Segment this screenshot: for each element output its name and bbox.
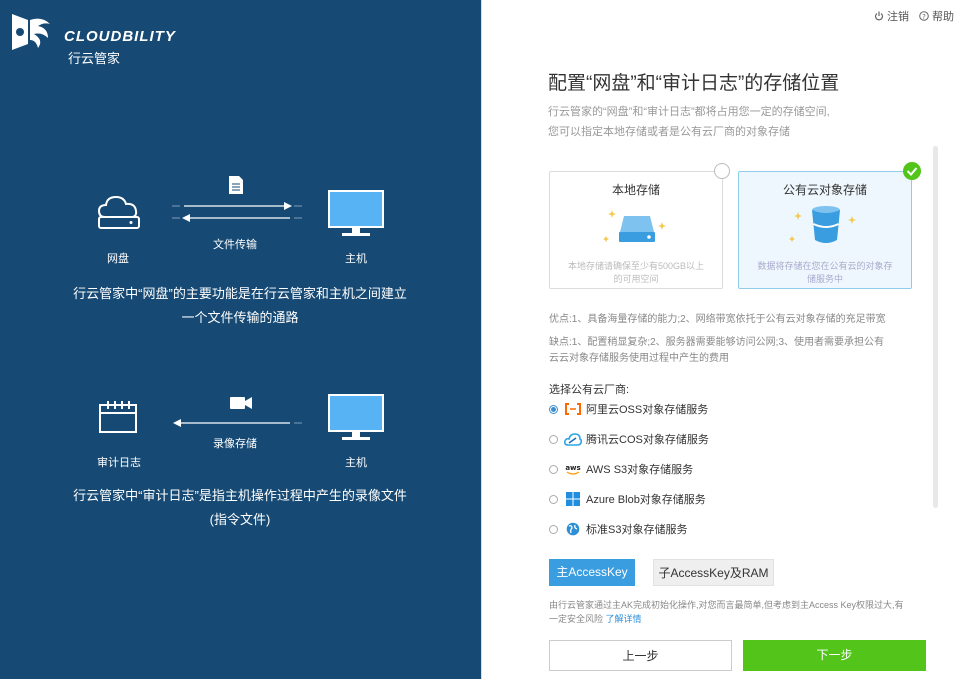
disk-label: 网盘: [107, 253, 129, 265]
next-step-button[interactable]: 下一步: [743, 640, 926, 671]
disk-description: 行云管家中“网盘”的主要功能是在行云管家和主机之间建立 一个文件传输的通路: [73, 286, 407, 325]
host-monitor-icon: [328, 190, 384, 236]
main-accesskey-button[interactable]: 主AccessKey: [549, 559, 635, 586]
power-icon: [874, 11, 884, 21]
host-label: 主机: [345, 457, 367, 469]
provider-label: Azure Blob对象存储服务: [586, 494, 706, 506]
cloudbility-logo-icon: [12, 14, 50, 50]
local-storage-radio[interactable]: [714, 163, 730, 179]
provider-option-s3[interactable]: 标准S3对象存储服务: [549, 520, 687, 538]
sub-accesskey-button[interactable]: 子AccessKey及RAM: [653, 559, 774, 586]
brand-name-en: CLOUDBILITY: [64, 28, 176, 45]
provider-heading: 选择公有云厂商:: [549, 384, 630, 396]
local-storage-desc: 本地存储请确保至少有500GB以上 的可用空间: [567, 261, 705, 284]
windows-icon: [566, 492, 580, 506]
provider-radio[interactable]: [549, 494, 558, 504]
record-label: 录像存储: [213, 438, 257, 450]
top-toolbar: 注销 ? 帮助: [874, 8, 954, 24]
tencent-cloud-icon: [564, 432, 582, 446]
page-title: 配置“网盘”和“审计日志”的存储位置: [548, 73, 840, 94]
provider-option-tencent[interactable]: 腾讯云COS对象存储服务: [549, 430, 709, 448]
provider-radio[interactable]: [549, 404, 558, 414]
transfer-label: 文件传输: [213, 239, 257, 251]
help-icon: ?: [919, 11, 929, 21]
aws-icon: aws: [565, 464, 581, 475]
brand-name-cn: 行云管家: [68, 51, 121, 66]
bucket-icon: [789, 206, 856, 243]
svg-text:?: ?: [922, 13, 926, 21]
intro-panel: CLOUDBILITY 行云管家 网盘 文件传输 主机 行云管家中“网盘”的主要…: [0, 0, 481, 679]
local-storage-card[interactable]: 本地存储 本地存储请确保至少有500GB以上 的可用空间: [549, 171, 723, 289]
brand-logo: CLOUDBILITY 行云管家: [8, 10, 208, 66]
provider-option-aliyun[interactable]: 阿里云OSS对象存储服务: [549, 400, 708, 418]
aliyun-icon: [565, 403, 581, 415]
logout-button[interactable]: 注销: [874, 8, 909, 24]
record-arrow-icon: [173, 419, 302, 427]
cloud-storage-card[interactable]: 公有云对象存储 数据将存储在您在公有云的对象存 储服务中: [738, 171, 912, 289]
help-button[interactable]: ? 帮助: [919, 8, 954, 24]
globe-icon: [566, 522, 580, 536]
hard-drive-icon: [603, 210, 666, 242]
provider-option-azure[interactable]: Azure Blob对象存储服务: [549, 490, 706, 508]
checked-circle-icon[interactable]: [903, 162, 921, 180]
storage-config-panel: 注销 ? 帮助 配置“网盘”和“审计日志”的存储位置 行云管家的“网盘”和“审计…: [481, 0, 960, 679]
provider-option-aws[interactable]: aws AWS S3对象存储服务: [549, 460, 693, 478]
provider-radio[interactable]: [549, 434, 558, 444]
scrollbar[interactable]: [933, 146, 938, 508]
provider-label: 阿里云OSS对象存储服务: [586, 404, 709, 416]
cloud-disk-icon: [97, 195, 140, 229]
learn-more-link[interactable]: 了解详情: [606, 614, 642, 624]
provider-label: 标准S3对象存储服务: [586, 524, 688, 536]
provider-label: AWS S3对象存储服务: [586, 464, 694, 476]
cloud-storage-desc: 数据将存储在您在公有云的对象存 储服务中: [757, 261, 893, 284]
provider-label: 腾讯云COS对象存储服务: [586, 434, 709, 446]
transfer-arrows-icon: [172, 202, 302, 222]
local-storage-title: 本地存储: [611, 183, 660, 197]
prev-step-button[interactable]: 上一步: [549, 640, 732, 671]
host-label: 主机: [345, 253, 367, 265]
calendar-log-icon: [99, 401, 137, 433]
page-subtitle: 行云管家的“网盘”和“审计日志”都将占用您一定的存储空间, 您可以指定本地存储或…: [548, 106, 830, 138]
video-camera-icon: [230, 397, 252, 409]
pros-text: 优点:1、具备海量存储的能力;2、网络带宽依托于公有云对象存储的充足带宽: [549, 314, 886, 325]
document-icon: [229, 176, 243, 194]
cons-text: 缺点:1、配置稍显复杂;2、服务器需要能够访问公网;3、使用者需要承担公有 云云…: [549, 337, 885, 364]
svg-text:aws: aws: [565, 464, 580, 472]
audit-log-label: 审计日志: [97, 457, 141, 469]
provider-radio[interactable]: [549, 464, 558, 474]
audit-description: 行云管家中“审计日志”是指主机操作过程中产生的录像文件 (指令文件): [73, 488, 407, 527]
provider-radio[interactable]: [549, 524, 558, 534]
accesskey-note: 由行云管家通过主AK完成初始化操作,对您而言最简单,但考虑到主Access Ke…: [549, 600, 904, 624]
host-monitor-icon: [328, 394, 384, 440]
cloud-storage-title: 公有云对象存储: [782, 183, 867, 197]
